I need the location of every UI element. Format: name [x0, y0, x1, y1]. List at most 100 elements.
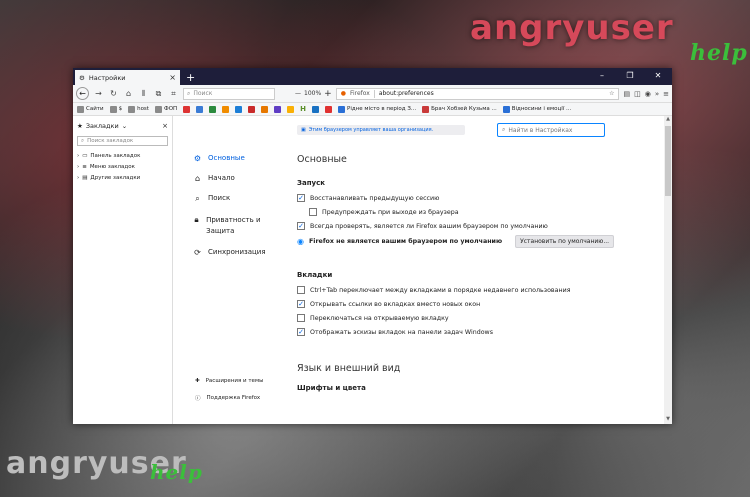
minimize-button[interactable]: – — [588, 68, 616, 83]
favicon-icon — [338, 105, 346, 113]
chevron-right-icon: › — [77, 152, 80, 159]
scrollbar-thumb[interactable] — [665, 126, 671, 196]
overflow-icon[interactable]: » — [655, 90, 659, 98]
content-area: ★ Закладки ⌄ × ⌕ Поиск закладок › ▭ Панель… — [73, 116, 672, 424]
library-icon[interactable]: ⫴ — [138, 89, 149, 99]
bookmark-label: H — [300, 105, 307, 113]
sidebar-header[interactable]: ★ Закладки ⌄ × — [77, 120, 168, 132]
open-links-checkbox[interactable]: ✓ Открывать ссылки во вкладках вместо но… — [297, 297, 617, 311]
toolbar-icon: ▭ — [82, 152, 88, 159]
tab-title: Настройки — [88, 73, 126, 82]
checkbox-box — [297, 314, 305, 322]
ctrl-tab-checkbox[interactable]: Ctrl+Tab переключает между вкладками в п… — [297, 283, 617, 297]
favicon-icon — [422, 105, 430, 113]
help-icon: ⓘ — [195, 396, 201, 402]
zoom-level[interactable]: 100% — [304, 90, 321, 97]
folder-label: Панель закладок — [90, 152, 141, 159]
nav-support[interactable]: ⓘ Поддержка Firefox — [195, 394, 263, 402]
scrollbar[interactable]: ▲ ▼ — [664, 116, 672, 424]
bookmark-tree: › ▭ Панель закладок › ≡ Меню закладок › ▤ Друг… — [77, 150, 168, 183]
bookmark-item[interactable]: Рідне місто в період З... — [338, 105, 416, 113]
bookmark-label: Відносини і емоції ... — [511, 106, 572, 112]
reload-button[interactable]: ↻ — [108, 89, 119, 98]
account-icon[interactable]: ◉ — [645, 90, 651, 98]
bookmark-item[interactable]: host — [128, 105, 149, 113]
maximize-button[interactable]: ❐ — [616, 68, 644, 83]
checkbox-label: Предупреждать при выходе из браузера — [322, 208, 459, 216]
folder-icon — [109, 105, 117, 113]
reader-icon[interactable]: ▤ — [623, 90, 630, 98]
close-tab-icon[interactable]: × — [169, 73, 176, 82]
bookmark-folder[interactable]: › ▭ Панель закладок — [77, 150, 168, 161]
bookmark-item[interactable]: Брач Хобзей Кузьма ... — [422, 105, 497, 113]
bookmarks-toolbar: Сайти $ host ФОП H Рідне місто в період … — [73, 103, 672, 116]
tab-previews-checkbox[interactable]: ✓ Отображать эскизы вкладок на панели за… — [297, 325, 617, 339]
bookmark-item[interactable]: Сайти — [77, 105, 104, 113]
warn-on-quit-checkbox[interactable]: Предупреждать при выходе из браузера — [309, 205, 617, 219]
new-tab-button[interactable]: + — [180, 70, 201, 85]
make-default-button[interactable]: Установить по умолчанию... — [515, 234, 615, 248]
star-icon[interactable]: ☆ — [609, 90, 614, 97]
nav-addons[interactable]: ✚ Расширения и темы — [195, 378, 263, 384]
bookmark-item[interactable]: ФОП — [154, 105, 178, 113]
favicon-icon[interactable] — [209, 105, 217, 113]
checkmark-icon: ✓ — [297, 328, 305, 336]
browser-window: ⚙ Настройки × + – ❐ ✕ ← → ↻ ⌂ ⫴ ⧉ ⌗ ⌕ По… — [73, 68, 672, 424]
scroll-up-icon[interactable]: ▲ — [664, 116, 672, 124]
nav-search[interactable]: ⌕ Поиск — [193, 194, 273, 204]
nav-privacy[interactable]: 🔒︎ Приватность и Защита — [193, 215, 273, 237]
favicon-icon[interactable] — [287, 105, 295, 113]
bookmark-folder[interactable]: › ▤ Другие закладки — [77, 172, 168, 183]
favicon-icon[interactable] — [222, 105, 230, 113]
nav-home[interactable]: ⌂ Начало — [193, 174, 273, 183]
crop-icon[interactable]: ⌗ — [168, 89, 179, 99]
switch-to-new-tab-checkbox[interactable]: Переключаться на открываемую вкладку — [297, 311, 617, 325]
bookmark-label: host — [137, 106, 149, 112]
nav-general[interactable]: ⚙ Основные — [193, 154, 273, 163]
favicon-icon[interactable] — [274, 105, 282, 113]
close-window-button[interactable]: ✕ — [644, 68, 672, 83]
search-input[interactable]: ⌕ Поиск — [183, 87, 275, 100]
sidebar-icon[interactable]: ◫ — [634, 90, 641, 98]
gear-icon: ⚙ — [193, 154, 202, 163]
close-icon[interactable]: × — [162, 122, 168, 130]
favicon-icon[interactable] — [312, 105, 320, 113]
find-in-preferences-input[interactable]: ⌕ Найти в Настройках — [497, 123, 605, 137]
check-default-checkbox[interactable]: ✓ Всегда проверять, является ли Firefox … — [297, 219, 617, 233]
restore-session-checkbox[interactable]: ✓ Восстанавливать предыдущую сессию — [297, 191, 617, 205]
tab-preferences[interactable]: ⚙ Настройки × — [75, 70, 180, 85]
url-bar[interactable]: ● Firefox about:preferences ☆ — [335, 87, 620, 100]
favicon-icon[interactable] — [248, 105, 256, 113]
search-icon: ⌕ — [502, 126, 506, 133]
zoom-in-button[interactable]: + — [324, 89, 332, 99]
favicon-icon[interactable] — [325, 105, 333, 113]
bookmark-item[interactable]: H — [300, 105, 306, 113]
forward-button[interactable]: → — [93, 89, 104, 98]
url-separator — [373, 89, 375, 98]
scroll-down-icon[interactable]: ▼ — [664, 416, 672, 424]
back-button[interactable]: ← — [76, 87, 89, 100]
nav-label: Поиск — [208, 194, 231, 202]
favicon-icon[interactable] — [183, 105, 191, 113]
policy-link[interactable]: Этим браузером управляет ваша организаци… — [309, 127, 433, 133]
favicon-icon[interactable] — [235, 105, 243, 113]
bookmark-item[interactable]: $ — [109, 105, 122, 113]
url-text: about:preferences — [378, 90, 434, 97]
menu-icon[interactable]: ≡ — [663, 90, 669, 98]
home-button[interactable]: ⌂ — [123, 89, 134, 98]
bookmark-label: ФОП — [163, 106, 178, 112]
bookmark-folder[interactable]: › ≡ Меню закладок — [77, 161, 168, 172]
zoom-out-button[interactable]: — — [295, 90, 301, 97]
favicon-icon[interactable] — [261, 105, 269, 113]
home-icon: ⌂ — [194, 174, 201, 183]
bookmark-item[interactable]: Відносини і емоції ... — [502, 105, 572, 113]
watermark-top: angryuser — [470, 8, 674, 48]
lock-icon: 🔒︎ — [194, 215, 199, 224]
bookmarks-sidebar: ★ Закладки ⌄ × ⌕ Поиск закладок › ▭ Панель… — [73, 116, 173, 424]
nav-sync[interactable]: ⟳ Синхронизация — [193, 248, 273, 257]
toolbar-icons: ▤ ◫ ◉ » ≡ — [623, 90, 669, 98]
bookmark-search-input[interactable]: ⌕ Поиск закладок — [77, 136, 168, 146]
watermark-bottom-help: help — [150, 460, 203, 484]
favicon-icon[interactable] — [196, 105, 204, 113]
copy-icon[interactable]: ⧉ — [153, 89, 164, 99]
